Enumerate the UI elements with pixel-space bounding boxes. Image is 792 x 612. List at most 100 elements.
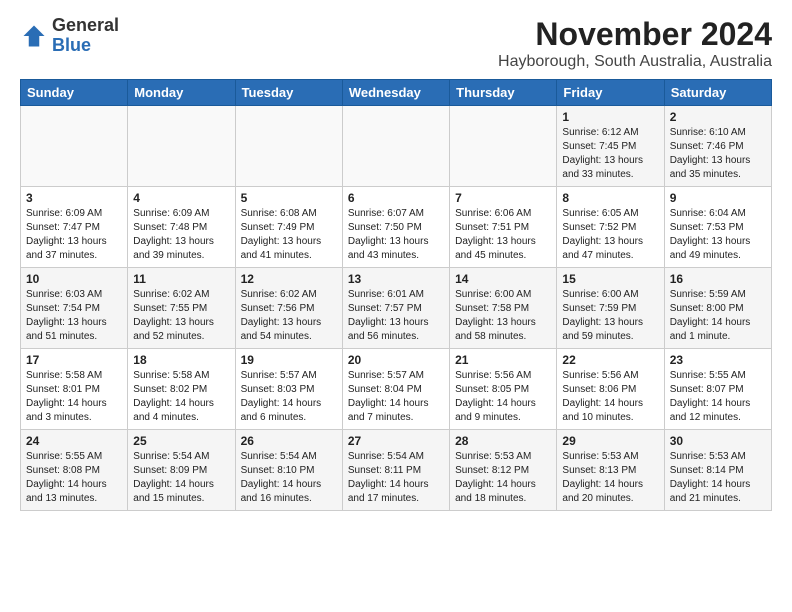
logo: General Blue: [20, 16, 119, 56]
calendar-cell: 4 Sunrise: 6:09 AM Sunset: 7:48 PM Daylig…: [128, 187, 235, 268]
day-number: 26: [241, 434, 337, 448]
day-number: 11: [133, 272, 229, 286]
calendar-cell: 3 Sunrise: 6:09 AM Sunset: 7:47 PM Daylig…: [21, 187, 128, 268]
day-info: Sunrise: 5:56 AM Sunset: 8:06 PM Dayligh…: [562, 369, 658, 425]
page-header: General Blue November 2024 Hayborough, S…: [20, 16, 772, 71]
day-info: Sunrise: 6:04 AM Sunset: 7:53 PM Dayligh…: [670, 207, 766, 263]
calendar-cell: 14Sunrise: 6:00 AM Sunset: 7:58 PM Dayli…: [450, 268, 557, 349]
day-info: Sunrise: 5:55 AM Sunset: 8:07 PM Dayligh…: [670, 369, 766, 425]
calendar-cell: 1 Sunrise: 6:12 AM Sunset: 7:45 PM Daylig…: [557, 106, 664, 187]
day-number: 13: [348, 272, 444, 286]
title-section: November 2024 Hayborough, South Australi…: [498, 16, 772, 71]
day-number: 1: [562, 110, 658, 124]
day-number: 3: [26, 191, 122, 205]
day-number: 27: [348, 434, 444, 448]
day-info: Sunrise: 6:00 AM Sunset: 7:59 PM Dayligh…: [562, 288, 658, 344]
calendar-cell: 7Sunrise: 6:06 AM Sunset: 7:51 PM Daylig…: [450, 187, 557, 268]
day-number: 17: [26, 353, 122, 367]
calendar-week-row: 3 Sunrise: 6:09 AM Sunset: 7:47 PM Daylig…: [21, 187, 772, 268]
day-number: 16: [670, 272, 766, 286]
calendar-cell: 11 Sunrise: 6:02 AM Sunset: 7:55 PM Dayli…: [128, 268, 235, 349]
calendar-cell: [342, 106, 449, 187]
day-info: Sunrise: 6:07 AM Sunset: 7:50 PM Dayligh…: [348, 207, 444, 263]
day-number: 12: [241, 272, 337, 286]
logo-text: General Blue: [52, 16, 119, 56]
calendar-cell: 18 Sunrise: 5:58 AM Sunset: 8:02 PM Dayli…: [128, 349, 235, 430]
calendar-cell: 15Sunrise: 6:00 AM Sunset: 7:59 PM Dayli…: [557, 268, 664, 349]
weekday-header: Monday: [128, 80, 235, 106]
day-info: Sunrise: 6:00 AM Sunset: 7:58 PM Dayligh…: [455, 288, 551, 344]
calendar-cell: 16Sunrise: 5:59 AM Sunset: 8:00 PM Dayli…: [664, 268, 771, 349]
day-number: 23: [670, 353, 766, 367]
calendar-cell: 25 Sunrise: 5:54 AM Sunset: 8:09 PM Dayli…: [128, 430, 235, 511]
day-info: Sunrise: 5:55 AM Sunset: 8:08 PM Dayligh…: [26, 450, 122, 506]
calendar-cell: 29 Sunrise: 5:53 AM Sunset: 8:13 PM Dayli…: [557, 430, 664, 511]
calendar-cell: [235, 106, 342, 187]
calendar-cell: 30Sunrise: 5:53 AM Sunset: 8:14 PM Dayli…: [664, 430, 771, 511]
calendar-cell: 10Sunrise: 6:03 AM Sunset: 7:54 PM Dayli…: [21, 268, 128, 349]
weekday-header: Saturday: [664, 80, 771, 106]
calendar-week-row: 17Sunrise: 5:58 AM Sunset: 8:01 PM Dayli…: [21, 349, 772, 430]
calendar-cell: 17Sunrise: 5:58 AM Sunset: 8:01 PM Dayli…: [21, 349, 128, 430]
calendar-header-row: SundayMondayTuesdayWednesdayThursdayFrid…: [21, 80, 772, 106]
day-info: Sunrise: 6:01 AM Sunset: 7:57 PM Dayligh…: [348, 288, 444, 344]
day-number: 9: [670, 191, 766, 205]
calendar-week-row: 24 Sunrise: 5:55 AM Sunset: 8:08 PM Dayli…: [21, 430, 772, 511]
calendar-cell: 13 Sunrise: 6:01 AM Sunset: 7:57 PM Dayli…: [342, 268, 449, 349]
weekday-header: Tuesday: [235, 80, 342, 106]
calendar-cell: [450, 106, 557, 187]
calendar-cell: 24 Sunrise: 5:55 AM Sunset: 8:08 PM Dayli…: [21, 430, 128, 511]
day-number: 4: [133, 191, 229, 205]
day-number: 29: [562, 434, 658, 448]
calendar-table: SundayMondayTuesdayWednesdayThursdayFrid…: [20, 79, 772, 511]
day-number: 22: [562, 353, 658, 367]
day-info: Sunrise: 6:09 AM Sunset: 7:47 PM Dayligh…: [26, 207, 122, 263]
day-info: Sunrise: 5:53 AM Sunset: 8:13 PM Dayligh…: [562, 450, 658, 506]
calendar-cell: 12 Sunrise: 6:02 AM Sunset: 7:56 PM Dayli…: [235, 268, 342, 349]
calendar-cell: 2Sunrise: 6:10 AM Sunset: 7:46 PM Daylig…: [664, 106, 771, 187]
calendar-cell: 22 Sunrise: 5:56 AM Sunset: 8:06 PM Dayli…: [557, 349, 664, 430]
calendar-cell: 19 Sunrise: 5:57 AM Sunset: 8:03 PM Dayli…: [235, 349, 342, 430]
calendar-cell: 23 Sunrise: 5:55 AM Sunset: 8:07 PM Dayli…: [664, 349, 771, 430]
day-info: Sunrise: 6:12 AM Sunset: 7:45 PM Dayligh…: [562, 126, 658, 182]
day-info: Sunrise: 6:02 AM Sunset: 7:56 PM Dayligh…: [241, 288, 337, 344]
weekday-header: Sunday: [21, 80, 128, 106]
day-info: Sunrise: 6:03 AM Sunset: 7:54 PM Dayligh…: [26, 288, 122, 344]
calendar-cell: 8Sunrise: 6:05 AM Sunset: 7:52 PM Daylig…: [557, 187, 664, 268]
day-number: 25: [133, 434, 229, 448]
logo-icon: [20, 22, 48, 50]
calendar-cell: [21, 106, 128, 187]
calendar-cell: 21 Sunrise: 5:56 AM Sunset: 8:05 PM Dayli…: [450, 349, 557, 430]
day-info: Sunrise: 5:58 AM Sunset: 8:02 PM Dayligh…: [133, 369, 229, 425]
day-info: Sunrise: 5:54 AM Sunset: 8:11 PM Dayligh…: [348, 450, 444, 506]
day-info: Sunrise: 6:09 AM Sunset: 7:48 PM Dayligh…: [133, 207, 229, 263]
weekday-header: Wednesday: [342, 80, 449, 106]
logo-blue-label: Blue: [52, 36, 119, 56]
day-info: Sunrise: 5:54 AM Sunset: 8:09 PM Dayligh…: [133, 450, 229, 506]
day-info: Sunrise: 5:56 AM Sunset: 8:05 PM Dayligh…: [455, 369, 551, 425]
calendar-week-row: 10Sunrise: 6:03 AM Sunset: 7:54 PM Dayli…: [21, 268, 772, 349]
calendar-cell: 9 Sunrise: 6:04 AM Sunset: 7:53 PM Daylig…: [664, 187, 771, 268]
calendar-cell: 20Sunrise: 5:57 AM Sunset: 8:04 PM Dayli…: [342, 349, 449, 430]
day-number: 2: [670, 110, 766, 124]
day-number: 6: [348, 191, 444, 205]
day-info: Sunrise: 6:02 AM Sunset: 7:55 PM Dayligh…: [133, 288, 229, 344]
day-number: 21: [455, 353, 551, 367]
day-number: 24: [26, 434, 122, 448]
day-number: 7: [455, 191, 551, 205]
day-number: 5: [241, 191, 337, 205]
day-info: Sunrise: 6:08 AM Sunset: 7:49 PM Dayligh…: [241, 207, 337, 263]
day-number: 18: [133, 353, 229, 367]
day-number: 8: [562, 191, 658, 205]
calendar-cell: 5 Sunrise: 6:08 AM Sunset: 7:49 PM Daylig…: [235, 187, 342, 268]
day-info: Sunrise: 5:53 AM Sunset: 8:14 PM Dayligh…: [670, 450, 766, 506]
weekday-header: Thursday: [450, 80, 557, 106]
calendar-cell: 26Sunrise: 5:54 AM Sunset: 8:10 PM Dayli…: [235, 430, 342, 511]
day-number: 20: [348, 353, 444, 367]
logo-general-label: General: [52, 16, 119, 36]
calendar-cell: [128, 106, 235, 187]
calendar-week-row: 1 Sunrise: 6:12 AM Sunset: 7:45 PM Daylig…: [21, 106, 772, 187]
day-number: 19: [241, 353, 337, 367]
weekday-header: Friday: [557, 80, 664, 106]
day-info: Sunrise: 5:57 AM Sunset: 8:03 PM Dayligh…: [241, 369, 337, 425]
